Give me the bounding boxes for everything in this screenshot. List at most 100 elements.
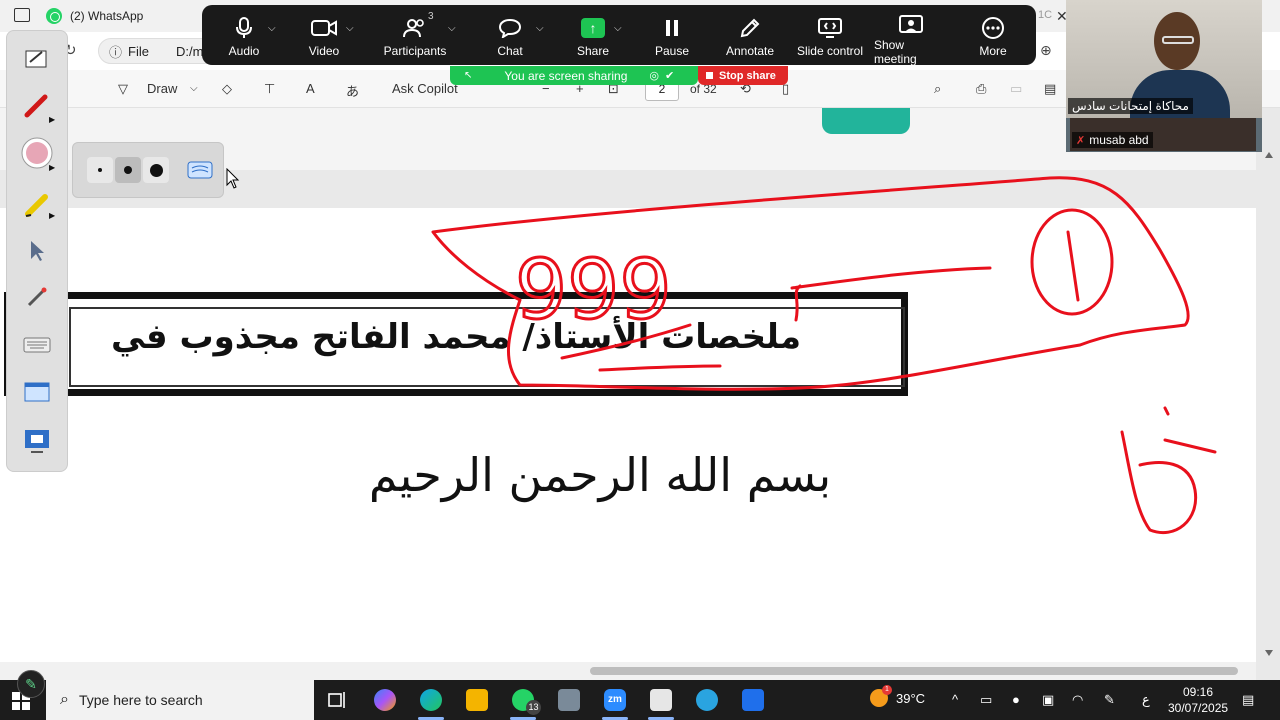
search-placeholder: Type here to search <box>78 692 203 708</box>
camera-icon <box>311 15 337 41</box>
text-box-icon[interactable]: ⊤ <box>264 81 275 97</box>
participants-button[interactable]: Participants <box>384 5 446 65</box>
translate-icon[interactable]: あ <box>346 81 359 100</box>
draw-icon[interactable]: ▽ <box>118 81 128 97</box>
slide-control-button[interactable]: Slide control <box>796 5 864 65</box>
participants-icon <box>403 15 427 41</box>
print-icon[interactable]: ⎙ <box>976 81 986 97</box>
pencil-icon <box>739 15 761 41</box>
chat-options-chevron-icon[interactable]: ⌵ <box>536 23 544 34</box>
edge-browser-icon[interactable] <box>420 689 442 711</box>
address-input[interactable]: D:/m <box>176 44 203 59</box>
highlighter-options-icon[interactable]: ▶ <box>49 211 55 220</box>
microphone-muted-icon: ✗ <box>1076 134 1086 147</box>
chat-icon <box>499 15 521 41</box>
microphone-icon <box>236 15 252 41</box>
document-title: ملخصات الأستاذ/ محمد الفاتح مجذوب في <box>110 317 801 357</box>
participant-name-main: محاكاة إمتحانات سادس <box>1068 98 1193 114</box>
pointer-arrow-icon[interactable] <box>21 235 53 267</box>
weather-widget[interactable]: 1 39°C <box>870 685 926 707</box>
task-view-icon[interactable] <box>326 689 348 711</box>
taskbar-search-box[interactable]: ⌕ Type here to search <box>46 680 314 720</box>
pause-share-button[interactable]: Pause <box>652 5 692 65</box>
window-icon[interactable] <box>14 8 30 22</box>
share-screen-icon: ↑ <box>581 18 605 38</box>
annotate-button[interactable]: Annotate <box>724 5 776 65</box>
pen-style-icon[interactable] <box>187 157 213 183</box>
draw-button[interactable]: Draw <box>147 81 177 96</box>
title-frame: ملخصات الأستاذ/ محمد الفاتح مجذوب في <box>4 292 908 396</box>
clock-time: 09:16 <box>1182 685 1214 699</box>
read-aloud-icon[interactable]: A <box>306 81 315 96</box>
vertical-scrollbar[interactable] <box>1264 150 1274 660</box>
save-icon[interactable]: ▭ <box>1010 81 1022 97</box>
input-language[interactable]: ع <box>1142 692 1150 708</box>
participant-count: 3 <box>428 11 434 22</box>
whiteboard-app-icon[interactable] <box>650 689 672 711</box>
show-meeting-button[interactable]: Show meeting <box>874 5 948 66</box>
share-options-chevron-icon[interactable]: ⌵ <box>614 23 622 34</box>
tab-title: (2) WhatsApp <box>70 9 144 23</box>
notifications-icon[interactable]: ▤ <box>1242 692 1254 708</box>
video-button[interactable]: Video <box>306 5 342 65</box>
tab-extra-label: 1C <box>1038 9 1053 21</box>
copilot-icon[interactable] <box>374 689 396 711</box>
shield-check-icon: ✔ <box>664 70 675 82</box>
screenshot-icon[interactable] <box>21 377 53 409</box>
laser-pen-icon[interactable] <box>21 281 53 313</box>
more-icon <box>981 15 1005 41</box>
chat-button[interactable]: Chat <box>492 5 528 65</box>
keyboard-icon[interactable] <box>21 329 53 361</box>
zoom-app-icon[interactable]: zm <box>604 689 626 711</box>
pen-size-small[interactable] <box>87 157 113 183</box>
weather-temperature: 39°C <box>896 690 926 706</box>
ask-copilot-button[interactable]: Ask Copilot <box>392 81 458 96</box>
chevron-up-icon[interactable]: ^ <box>952 692 958 707</box>
status-circle-icon: ◎ <box>649 70 659 82</box>
video-options-chevron-icon[interactable]: ⌵ <box>346 23 354 34</box>
chevron-down-icon[interactable]: ⌵ <box>190 83 198 94</box>
search-icon: ⌕ <box>60 691 69 708</box>
system-clock[interactable]: 09:16 30/07/2025 <box>1168 684 1228 716</box>
screen-sharing-banner[interactable]: ↖ You are screen sharing ◎ ✔ <box>450 66 698 85</box>
file-explorer-icon[interactable] <box>466 689 488 711</box>
stop-icon <box>706 72 713 79</box>
pen-size-medium[interactable] <box>115 157 141 183</box>
whatsapp-icon <box>46 8 62 24</box>
horizontal-scroll-thumb[interactable] <box>590 667 1238 675</box>
weather-badge: 1 <box>882 685 892 695</box>
address-scheme: File <box>128 43 149 59</box>
stop-share-button[interactable]: Stop share <box>698 66 788 85</box>
telegram-icon[interactable] <box>696 689 718 711</box>
battery-icon[interactable]: ▭ <box>980 692 992 708</box>
pen-size-large[interactable] <box>143 157 169 183</box>
whiteboard-icon[interactable] <box>21 425 53 457</box>
drag-handle-icon[interactable]: ↖ <box>464 70 472 81</box>
screen-record-icon[interactable]: ▣ <box>1042 692 1054 708</box>
info-icon: ⓘ <box>109 44 123 60</box>
slide-control-icon <box>818 15 842 41</box>
microphone-icon[interactable]: ● <box>1012 692 1020 707</box>
zoom-annotation-launcher-icon[interactable]: ✎ <box>17 670 45 698</box>
sigma-app-icon[interactable] <box>742 689 764 711</box>
pen-options-icon[interactable]: ▶ <box>49 115 55 124</box>
calculator-icon[interactable] <box>558 689 580 711</box>
eraser-icon[interactable]: ◇ <box>222 81 232 97</box>
browser-tab-whatsapp[interactable]: (2) WhatsApp <box>46 4 143 28</box>
audio-options-chevron-icon[interactable]: ⌵ <box>268 23 276 34</box>
pen-icon[interactable]: ✎ <box>1104 692 1115 708</box>
eraser-options-icon[interactable]: ▶ <box>49 163 55 172</box>
share-button[interactable]: ↑ Share <box>574 5 612 65</box>
search-icon[interactable]: ⌕ <box>934 81 941 97</box>
save-as-icon[interactable]: ▤ <box>1044 81 1056 97</box>
audio-button[interactable]: Audio <box>226 5 262 65</box>
wifi-icon[interactable]: ◠ <box>1072 692 1083 708</box>
annotation-toolbar: ▶ ▶ ▶ <box>6 30 68 472</box>
notepad-icon[interactable] <box>21 43 53 75</box>
participant-name-second-label: ✗ musab abd <box>1072 132 1153 148</box>
participants-options-chevron-icon[interactable]: ⌵ <box>448 23 456 34</box>
pause-icon <box>665 15 679 41</box>
zoom-in-icon[interactable]: ⊕ <box>1040 42 1052 59</box>
pen-size-popup <box>72 142 224 198</box>
more-button[interactable]: More <box>972 5 1014 65</box>
